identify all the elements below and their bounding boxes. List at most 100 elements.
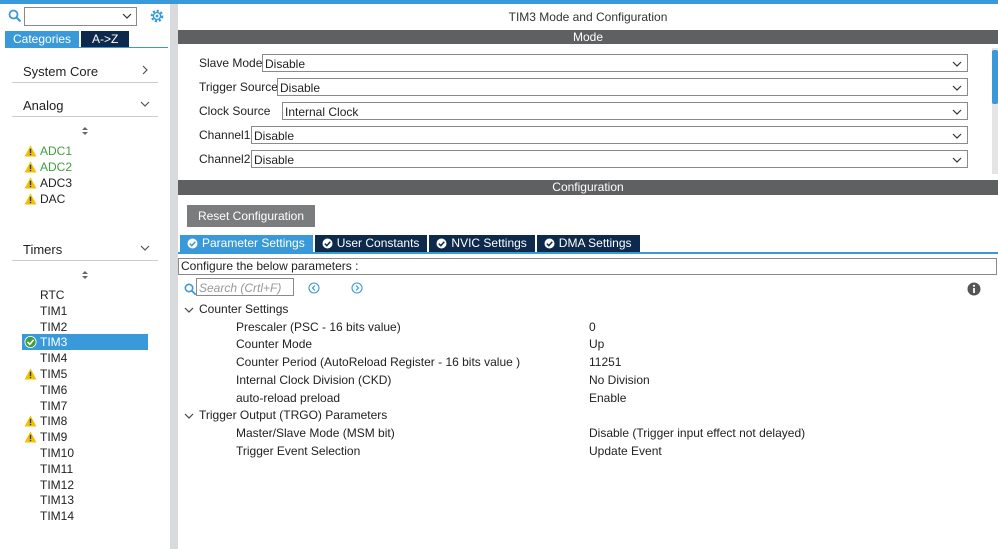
tab-categories[interactable]: Categories xyxy=(5,31,80,47)
sidebar-item[interactable]: TIM9 xyxy=(22,429,148,445)
mode-area: Slave Mode Disable Trigger Source Disable Cl… xyxy=(178,48,992,174)
category-label: Analog xyxy=(23,98,64,113)
left-panel: Categories A->Z System Core Analog ADC1 A… xyxy=(0,4,170,549)
sidebar-item[interactable]: TIM8 xyxy=(22,413,148,429)
mode-row-label: Channel1 xyxy=(199,128,251,142)
parameter-value[interactable]: 11251 xyxy=(589,354,621,371)
info-icon[interactable] xyxy=(967,282,981,296)
mode-select-value: Disable xyxy=(254,129,295,143)
sidebar-item[interactable]: ADC3 xyxy=(22,175,148,191)
sidebar-item[interactable]: DAC xyxy=(22,191,148,207)
category-tabs: Categories A->Z xyxy=(5,31,130,47)
parameter-value[interactable]: Update Event xyxy=(589,443,662,460)
search-placeholder: Search (Crtl+F) xyxy=(199,281,282,295)
mode-select[interactable]: Internal Clock xyxy=(282,102,968,120)
chevron-down-icon xyxy=(184,413,194,420)
mode-section-header[interactable]: Mode xyxy=(178,30,998,44)
category-tab-underline xyxy=(5,47,168,48)
tab-a-to-z[interactable]: A->Z xyxy=(81,31,130,47)
parameter-row[interactable]: Trigger Event Selection Update Event xyxy=(178,443,998,460)
sort-icon[interactable] xyxy=(81,127,89,135)
sidebar-item-label: DAC xyxy=(40,192,66,206)
parameter-row[interactable]: Master/Slave Mode (MSM bit) Disable (Trig… xyxy=(178,425,998,442)
mode-row-label: Slave Mode xyxy=(199,56,263,70)
parameter-row[interactable]: auto-reload preload Enable xyxy=(178,390,998,407)
sidebar-item[interactable]: TIM13 xyxy=(22,492,148,508)
sidebar-item-label: ADC3 xyxy=(40,176,73,190)
configuration-area: Reset Configuration Parameter Settings Us… xyxy=(178,195,998,549)
parameter-name: Prescaler (PSC - 16 bits value) xyxy=(236,319,401,334)
sidebar-item[interactable]: RTC xyxy=(22,287,148,303)
previous-match-icon[interactable] xyxy=(308,282,320,294)
mode-select[interactable]: Disable xyxy=(277,78,968,96)
tab-parameter-settings[interactable]: Parameter Settings xyxy=(180,235,313,252)
sidebar-item[interactable]: ADC1 xyxy=(22,143,148,159)
warning-icon xyxy=(24,415,37,427)
reset-configuration-button[interactable]: Reset Configuration xyxy=(187,205,315,227)
chevron-down-icon[interactable] xyxy=(122,11,132,21)
sidebar-item[interactable]: TIM11 xyxy=(22,461,148,477)
warning-icon xyxy=(24,193,37,205)
sidebar-item[interactable]: TIM12 xyxy=(22,477,148,493)
mode-select[interactable]: Disable xyxy=(251,126,968,144)
parameter-value[interactable]: Disable (Trigger input effect not delaye… xyxy=(589,425,805,442)
mode-select-value: Disable xyxy=(280,81,321,95)
sidebar-item[interactable]: TIM3 xyxy=(22,334,148,351)
mode-select[interactable]: Disable xyxy=(262,54,968,72)
parameter-search-input[interactable]: Search (Crtl+F) xyxy=(196,278,294,296)
category-analog[interactable]: Analog xyxy=(12,91,158,117)
gear-icon[interactable] xyxy=(149,8,165,24)
parameter-row[interactable]: Prescaler (PSC - 16 bits value) 0 xyxy=(178,319,998,336)
sidebar-item-label: TIM4 xyxy=(40,351,68,366)
parameter-row[interactable]: Internal Clock Division (CKD) No Division xyxy=(178,372,998,389)
configuration-section-header[interactable]: Configuration xyxy=(178,180,998,195)
chevron-down-icon xyxy=(952,109,962,115)
category-system-core[interactable]: System Core xyxy=(12,57,158,83)
sidebar-item-label: TIM2 xyxy=(40,319,68,334)
sidebar-item[interactable]: TIM5 xyxy=(22,366,148,382)
sidebar-item[interactable]: TIM10 xyxy=(22,445,148,461)
parameter-value[interactable]: Enable xyxy=(589,390,626,407)
tab-label: DMA Settings xyxy=(558,236,632,250)
chevron-down-icon xyxy=(140,245,150,251)
sidebar-item[interactable]: TIM1 xyxy=(22,303,148,319)
sidebar-item-label: RTC xyxy=(40,288,65,302)
sidebar-item[interactable]: TIM4 xyxy=(22,350,148,366)
sidebar-item-label: TIM6 xyxy=(40,382,68,397)
sidebar-search-input[interactable] xyxy=(24,7,137,26)
sidebar-item-label: TIM9 xyxy=(40,430,68,445)
sidebar-item[interactable]: ADC2 xyxy=(22,159,148,175)
sidebar-item[interactable]: TIM2 xyxy=(22,319,148,335)
panel-splitter[interactable] xyxy=(170,4,178,549)
next-match-icon[interactable] xyxy=(351,282,363,294)
warning-icon xyxy=(24,177,37,189)
parameter-value[interactable]: Up xyxy=(589,336,604,353)
parameter-row[interactable]: Counter Mode Up xyxy=(178,336,998,353)
parameter-name: auto-reload preload xyxy=(236,390,341,405)
search-icon[interactable] xyxy=(8,9,22,23)
mode-row-label: Channel2 xyxy=(199,152,251,166)
sidebar-item[interactable]: TIM7 xyxy=(22,398,148,414)
parameter-value[interactable]: 0 xyxy=(589,319,596,336)
category-label: Timers xyxy=(23,242,63,257)
tab-label: NVIC Settings xyxy=(451,236,527,250)
sort-icon[interactable] xyxy=(81,271,89,279)
sidebar-item-label: TIM11 xyxy=(40,461,74,476)
tab-nvic-settings[interactable]: NVIC Settings xyxy=(429,235,535,252)
sidebar-item[interactable]: TIM14 xyxy=(22,508,148,524)
tab-user-constants[interactable]: User Constants xyxy=(314,235,428,252)
parameter-value[interactable]: No Division xyxy=(589,372,650,389)
category-timers[interactable]: Timers xyxy=(12,235,158,261)
sidebar-item-label: TIM1 xyxy=(40,303,68,318)
parameter-row[interactable]: Counter Period (AutoReload Register - 16… xyxy=(178,354,998,371)
warning-icon xyxy=(24,161,37,173)
mode-select[interactable]: Disable xyxy=(251,150,968,168)
mode-row-label: Trigger Source xyxy=(199,80,278,94)
tab-dma-settings[interactable]: DMA Settings xyxy=(536,235,640,252)
sidebar-item[interactable]: TIM6 xyxy=(22,382,148,398)
mode-scrollbar-thumb[interactable] xyxy=(992,50,998,104)
mode-row-label: Clock Source xyxy=(199,104,271,118)
parameter-tabs: Parameter Settings User Constants NVIC Set… xyxy=(180,235,642,252)
warning-icon xyxy=(24,145,37,157)
parameter-name: Counter Period (AutoReload Register - 16… xyxy=(236,355,521,370)
